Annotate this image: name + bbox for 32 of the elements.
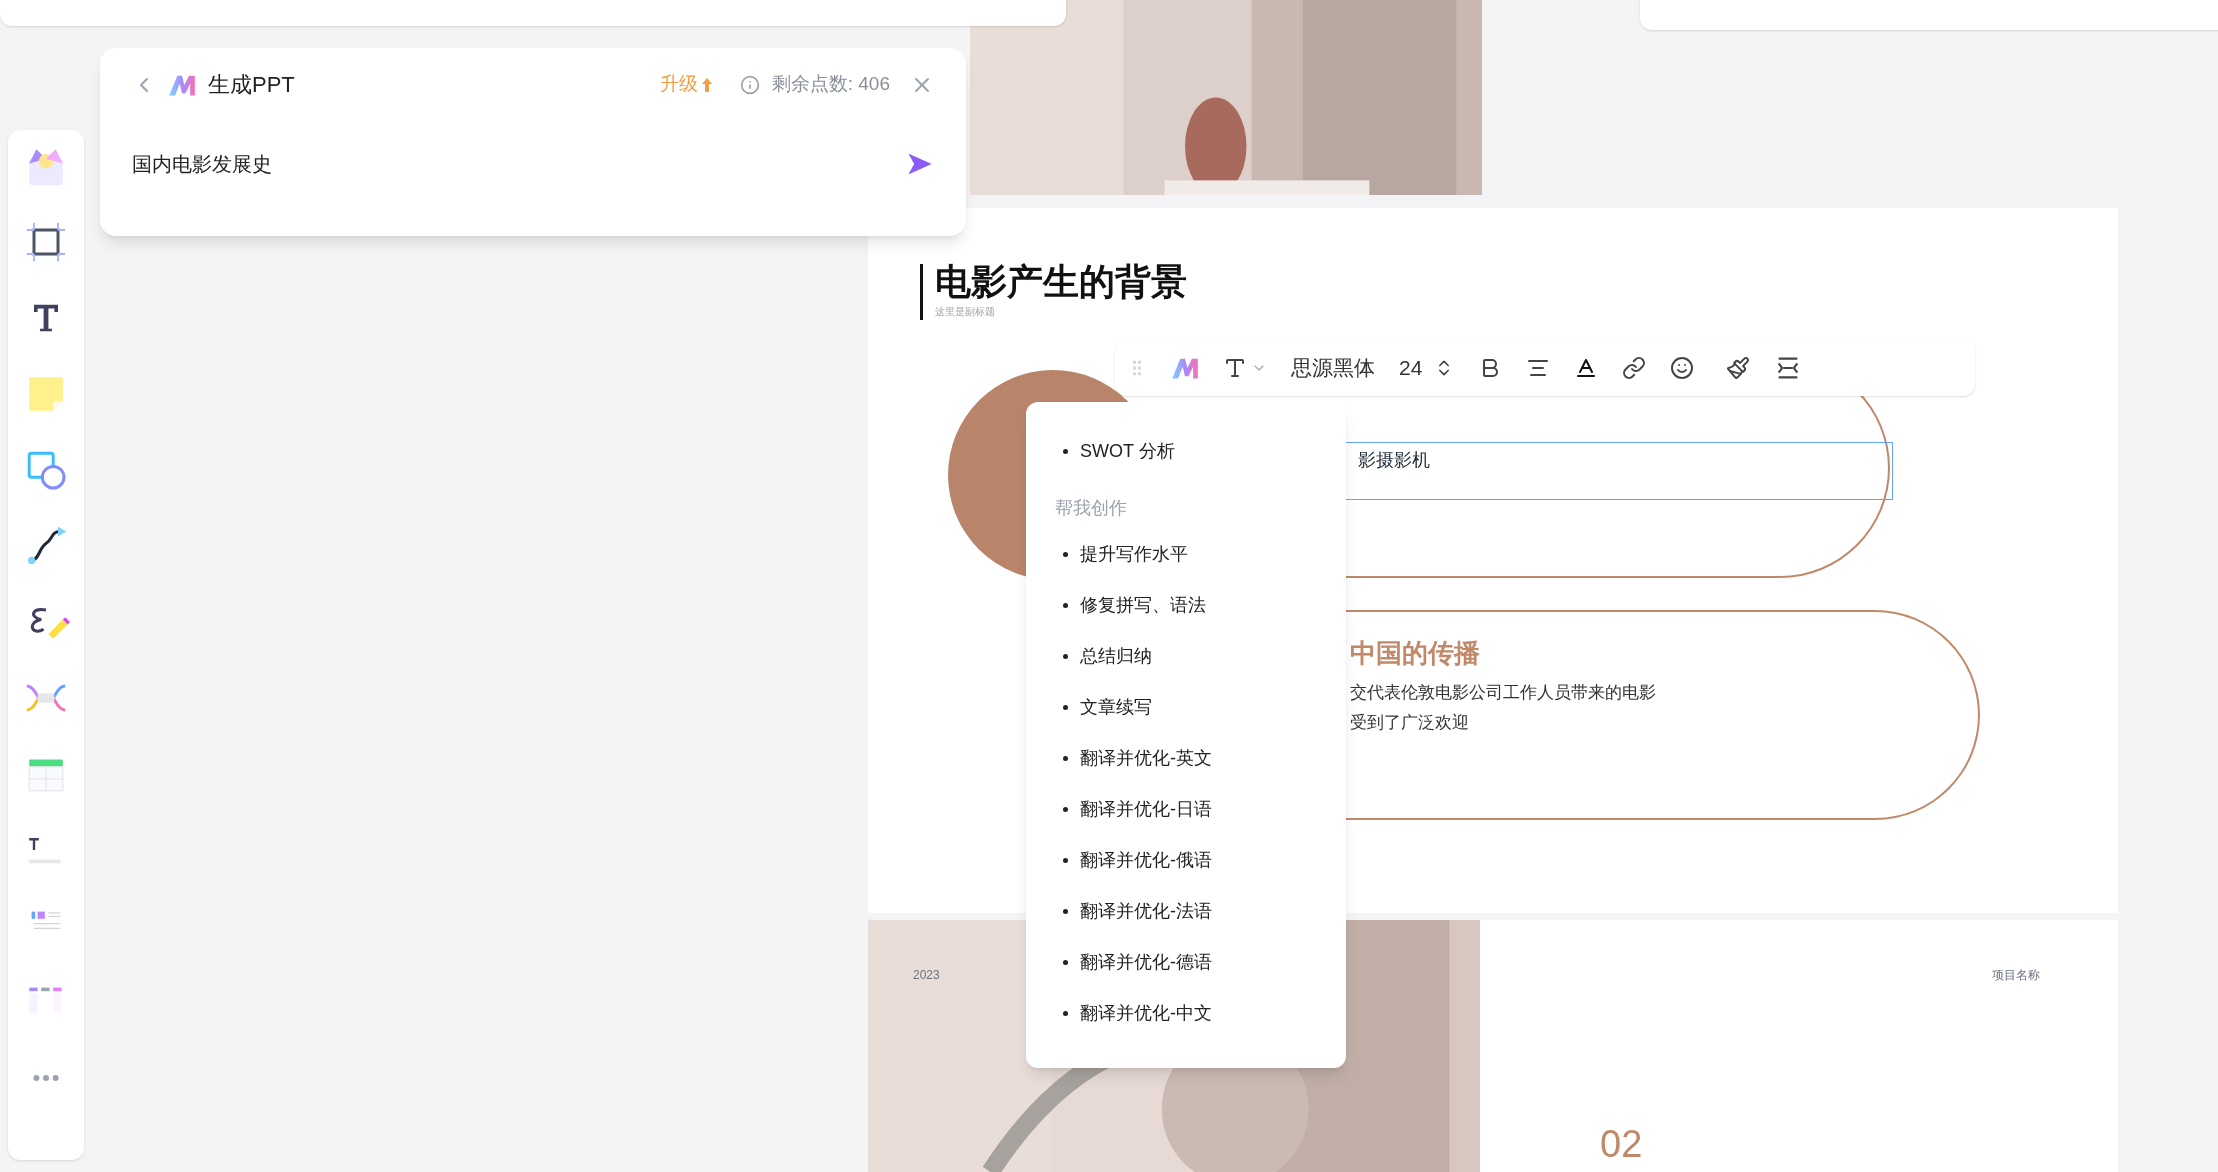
menu-item[interactable]: 翻译并优化-英文	[1063, 733, 1309, 784]
slide-title: 电影产生的背景	[935, 264, 1187, 300]
arrow-up-icon	[701, 77, 712, 92]
menu-section-header: 帮我创作	[1055, 497, 1128, 520]
menu-item[interactable]: 修复拼写、语法	[1063, 580, 1309, 631]
menu-item[interactable]: SWOT 分析	[1063, 426, 1309, 477]
menu-item[interactable]: 总结归纳	[1063, 631, 1309, 682]
menu-item[interactable]: 文章续写	[1063, 682, 1309, 733]
format-painter-icon[interactable]	[1726, 356, 1751, 380]
body-text: 交代表伦敦电影公司工作人员带来的电影	[1350, 682, 1656, 704]
menu-item[interactable]: 提升写作水平	[1063, 529, 1309, 580]
panel-title: 生成PPT	[208, 71, 295, 99]
menu-item[interactable]: 翻译并优化-德语	[1063, 937, 1309, 988]
menu-item[interactable]: 翻译并优化-日语	[1063, 784, 1309, 835]
points-remaining: 剩余点数: 406	[771, 72, 890, 97]
ai-icon	[1171, 356, 1199, 380]
emoji-icon[interactable]	[1670, 356, 1695, 380]
year-text: 2023	[913, 967, 940, 984]
section-heading: 中国的传播	[1350, 637, 1480, 670]
font-select[interactable]: 思源黑体	[1291, 352, 1375, 384]
menu-item[interactable]: 翻译并优化-俄语	[1063, 835, 1309, 886]
menu-item[interactable]: 翻译并优化-法语	[1063, 886, 1309, 937]
slide-subtitle: 这里是副标题	[935, 305, 996, 319]
slide-number: 02	[1600, 1122, 1643, 1167]
text-style-icon[interactable]	[1223, 356, 1247, 380]
project-name: 项目名称	[1992, 967, 2040, 984]
body-text: 受到了广泛欢迎	[1350, 711, 1470, 734]
info-icon	[739, 74, 760, 95]
font-size[interactable]: 24	[1399, 352, 1423, 384]
prompt-field[interactable]: 国内电影发展史	[132, 149, 934, 179]
menu-item[interactable]: 翻译并优化-中文	[1063, 988, 1309, 1039]
link-icon[interactable]	[1622, 356, 1647, 380]
